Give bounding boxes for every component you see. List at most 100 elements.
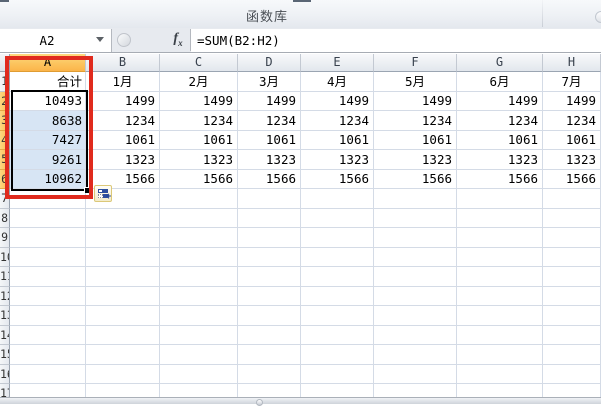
cell-C16[interactable] bbox=[160, 365, 238, 384]
cell-F12[interactable] bbox=[374, 287, 457, 306]
cell-F5[interactable]: 1323 bbox=[374, 150, 457, 170]
cell-G8[interactable] bbox=[457, 209, 543, 228]
row-header-5[interactable]: 5 bbox=[0, 150, 10, 170]
column-header-B[interactable]: B bbox=[86, 54, 160, 72]
cell-A16[interactable] bbox=[10, 365, 86, 384]
row-header-9[interactable]: 9 bbox=[0, 228, 10, 248]
cell-C6[interactable]: 1566 bbox=[160, 170, 238, 189]
cell-A12[interactable] bbox=[10, 287, 86, 306]
cell-F1[interactable]: 5月 bbox=[374, 72, 457, 92]
cell-A3[interactable]: 8638 bbox=[10, 111, 86, 131]
cell-H14[interactable] bbox=[543, 326, 601, 345]
column-header-E[interactable]: E bbox=[301, 54, 374, 72]
cell-C11[interactable] bbox=[160, 267, 238, 287]
row-header-1[interactable]: 1 bbox=[0, 72, 10, 92]
cell-F17[interactable] bbox=[374, 384, 457, 397]
cell-G7[interactable] bbox=[457, 189, 543, 209]
cell-F15[interactable] bbox=[374, 345, 457, 365]
cell-B9[interactable] bbox=[86, 228, 160, 248]
row-header-4[interactable]: 4 bbox=[0, 131, 10, 150]
cell-F11[interactable] bbox=[374, 267, 457, 287]
cell-A6[interactable]: 10962 bbox=[10, 170, 86, 189]
cell-C4[interactable]: 1061 bbox=[160, 131, 238, 150]
cell-G12[interactable] bbox=[457, 287, 543, 306]
cell-A17[interactable] bbox=[10, 384, 86, 397]
cell-G4[interactable]: 1061 bbox=[457, 131, 543, 150]
cell-E11[interactable] bbox=[301, 267, 374, 287]
name-box[interactable]: A2 bbox=[0, 29, 112, 52]
column-header-G[interactable]: G bbox=[457, 54, 543, 72]
cell-A10[interactable] bbox=[10, 248, 86, 267]
cell-H6[interactable]: 1566 bbox=[543, 170, 601, 189]
cell-F8[interactable] bbox=[374, 209, 457, 228]
cell-B8[interactable] bbox=[86, 209, 160, 228]
row-header-7[interactable]: 7 bbox=[0, 189, 10, 209]
cell-G10[interactable] bbox=[457, 248, 543, 267]
cell-C1[interactable]: 2月 bbox=[160, 72, 238, 92]
cell-E15[interactable] bbox=[301, 345, 374, 365]
cell-E10[interactable] bbox=[301, 248, 374, 267]
cell-B11[interactable] bbox=[86, 267, 160, 287]
auto-fill-options-button[interactable]: + bbox=[94, 185, 112, 202]
cell-G6[interactable]: 1566 bbox=[457, 170, 543, 189]
cell-C13[interactable] bbox=[160, 306, 238, 326]
cell-G14[interactable] bbox=[457, 326, 543, 345]
cell-G16[interactable] bbox=[457, 365, 543, 384]
cell-D7[interactable] bbox=[238, 189, 301, 209]
cell-D5[interactable]: 1323 bbox=[238, 150, 301, 170]
cell-D15[interactable] bbox=[238, 345, 301, 365]
cell-A15[interactable] bbox=[10, 345, 86, 365]
cell-H10[interactable] bbox=[543, 248, 601, 267]
cell-D13[interactable] bbox=[238, 306, 301, 326]
cell-F3[interactable]: 1234 bbox=[374, 111, 457, 131]
cell-C15[interactable] bbox=[160, 345, 238, 365]
cell-E4[interactable]: 1061 bbox=[301, 131, 374, 150]
cell-E16[interactable] bbox=[301, 365, 374, 384]
cell-E13[interactable] bbox=[301, 306, 374, 326]
cell-A5[interactable]: 9261 bbox=[10, 150, 86, 170]
column-header-F[interactable]: F bbox=[374, 54, 457, 72]
cell-E17[interactable] bbox=[301, 384, 374, 397]
cell-G3[interactable]: 1234 bbox=[457, 111, 543, 131]
cell-G1[interactable]: 6月 bbox=[457, 72, 543, 92]
cell-E6[interactable]: 1566 bbox=[301, 170, 374, 189]
cell-D1[interactable]: 3月 bbox=[238, 72, 301, 92]
cell-B1[interactable]: 1月 bbox=[86, 72, 160, 92]
cell-A13[interactable] bbox=[10, 306, 86, 326]
fill-handle[interactable] bbox=[84, 187, 90, 193]
cell-A11[interactable] bbox=[10, 267, 86, 287]
cell-B4[interactable]: 1061 bbox=[86, 131, 160, 150]
cell-B17[interactable] bbox=[86, 384, 160, 397]
cell-G11[interactable] bbox=[457, 267, 543, 287]
cell-F4[interactable]: 1061 bbox=[374, 131, 457, 150]
cell-A9[interactable] bbox=[10, 228, 86, 248]
cell-G2[interactable]: 1499 bbox=[457, 92, 543, 111]
cell-D11[interactable] bbox=[238, 267, 301, 287]
cell-H7[interactable] bbox=[543, 189, 601, 209]
cell-H12[interactable] bbox=[543, 287, 601, 306]
cell-H16[interactable] bbox=[543, 365, 601, 384]
cell-C12[interactable] bbox=[160, 287, 238, 306]
row-header-16[interactable]: 16 bbox=[0, 365, 10, 384]
cell-D12[interactable] bbox=[238, 287, 301, 306]
cell-E1[interactable]: 4月 bbox=[301, 72, 374, 92]
cell-E14[interactable] bbox=[301, 326, 374, 345]
cell-D4[interactable]: 1061 bbox=[238, 131, 301, 150]
cell-D2[interactable]: 1499 bbox=[238, 92, 301, 111]
cell-D10[interactable] bbox=[238, 248, 301, 267]
cell-D3[interactable]: 1234 bbox=[238, 111, 301, 131]
cell-H4[interactable]: 1061 bbox=[543, 131, 601, 150]
cell-B12[interactable] bbox=[86, 287, 160, 306]
cell-H3[interactable]: 1234 bbox=[543, 111, 601, 131]
cell-D14[interactable] bbox=[238, 326, 301, 345]
cell-A1[interactable]: 合计 bbox=[10, 72, 86, 92]
cell-B13[interactable] bbox=[86, 306, 160, 326]
cell-A4[interactable]: 7427 bbox=[10, 131, 86, 150]
cell-D6[interactable]: 1566 bbox=[238, 170, 301, 189]
cell-G15[interactable] bbox=[457, 345, 543, 365]
dialog-launcher-icon[interactable] bbox=[595, 11, 601, 23]
row-header-2[interactable]: 2 bbox=[0, 92, 10, 111]
cell-E8[interactable] bbox=[301, 209, 374, 228]
cell-H13[interactable] bbox=[543, 306, 601, 326]
cell-C17[interactable] bbox=[160, 384, 238, 397]
